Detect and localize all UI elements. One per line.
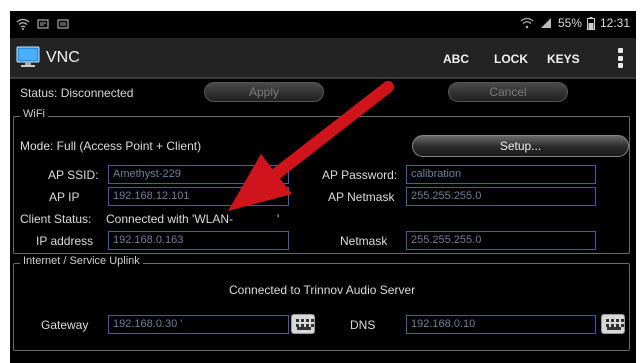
mode-label: Mode: Full (Access Point + Client) xyxy=(20,139,202,153)
battery-percent: 55% xyxy=(557,16,582,30)
gateway-field[interactable]: 192.168.0.30 ' xyxy=(108,315,289,334)
signal-icon xyxy=(540,18,551,28)
ap-password-label: AP Password: xyxy=(322,168,398,182)
netmask-field[interactable]: 255.255.255.0 xyxy=(406,231,596,250)
system-status: 55% 12:31 xyxy=(520,16,630,30)
ip-address-field[interactable]: 192.168.0.163 xyxy=(108,231,289,250)
ip-address-label: IP address xyxy=(36,234,94,248)
ap-password-field[interactable]: calibration xyxy=(406,165,596,184)
notification-app-icon-2 xyxy=(57,19,69,29)
client-status-text: Connected with 'WLAN- xyxy=(106,212,234,226)
setup-button[interactable]: Setup... xyxy=(412,135,629,157)
app-action-bar: VNC ABC LOCK KEYS xyxy=(10,38,636,79)
wifi-group: WiFi Mode: Full (Access Point + Client) … xyxy=(13,108,630,254)
keys-button[interactable]: KEYS xyxy=(547,52,580,66)
ap-ip-label: AP IP xyxy=(49,190,80,204)
vnc-screen: 55% 12:31 VNC ABC LOCK KEYS Status: Disc… xyxy=(10,11,636,363)
ap-ssid-label: AP SSID: xyxy=(48,168,99,182)
ap-ssid-field[interactable]: Amethyst-229 xyxy=(108,165,289,184)
notification-icons xyxy=(16,17,70,31)
gateway-label: Gateway xyxy=(41,318,89,332)
netmask-label: Netmask xyxy=(340,234,388,248)
ap-netmask-label: AP Netmask xyxy=(328,190,395,204)
monitor-icon xyxy=(16,46,40,67)
wifi-group-title: WiFi xyxy=(20,108,48,120)
abc-button[interactable]: ABC xyxy=(443,52,469,66)
uplink-connection-status: Connected to Trinnov Audio Server xyxy=(229,283,416,297)
apply-button[interactable]: Apply xyxy=(204,82,324,102)
battery-icon xyxy=(586,16,595,30)
connection-status: Status: Disconnected xyxy=(20,86,134,100)
client-status-quote: ' xyxy=(277,212,280,226)
client-status-value: Connected with 'WLAN- ' xyxy=(106,212,279,226)
notification-app-icon xyxy=(37,19,49,29)
clock: 12:31 xyxy=(599,16,630,30)
app-title: VNC xyxy=(46,49,80,66)
dns-keyboard-icon[interactable] xyxy=(601,314,625,334)
client-status-label: Client Status: xyxy=(20,212,92,226)
uplink-group: Internet / Service Uplink Connected to T… xyxy=(13,255,630,351)
status-row: Status: Disconnected Apply Cancel xyxy=(10,81,636,107)
gateway-keyboard-icon[interactable] xyxy=(291,314,315,334)
overflow-menu-icon[interactable] xyxy=(618,48,624,68)
lock-button[interactable]: LOCK xyxy=(494,52,528,66)
uplink-group-title: Internet / Service Uplink xyxy=(20,255,143,267)
android-status-bar: 55% 12:31 xyxy=(10,11,636,38)
dns-label: DNS xyxy=(350,318,376,332)
dns-field[interactable]: 192.168.0.10 xyxy=(406,315,596,334)
wifi-signal-icon xyxy=(520,17,534,29)
ap-ip-field[interactable]: 192.168.12.101 xyxy=(108,187,289,206)
cancel-button[interactable]: Cancel xyxy=(448,82,568,102)
wifi-icon xyxy=(16,18,30,30)
ap-netmask-field[interactable]: 255.255.255.0 xyxy=(406,187,596,206)
